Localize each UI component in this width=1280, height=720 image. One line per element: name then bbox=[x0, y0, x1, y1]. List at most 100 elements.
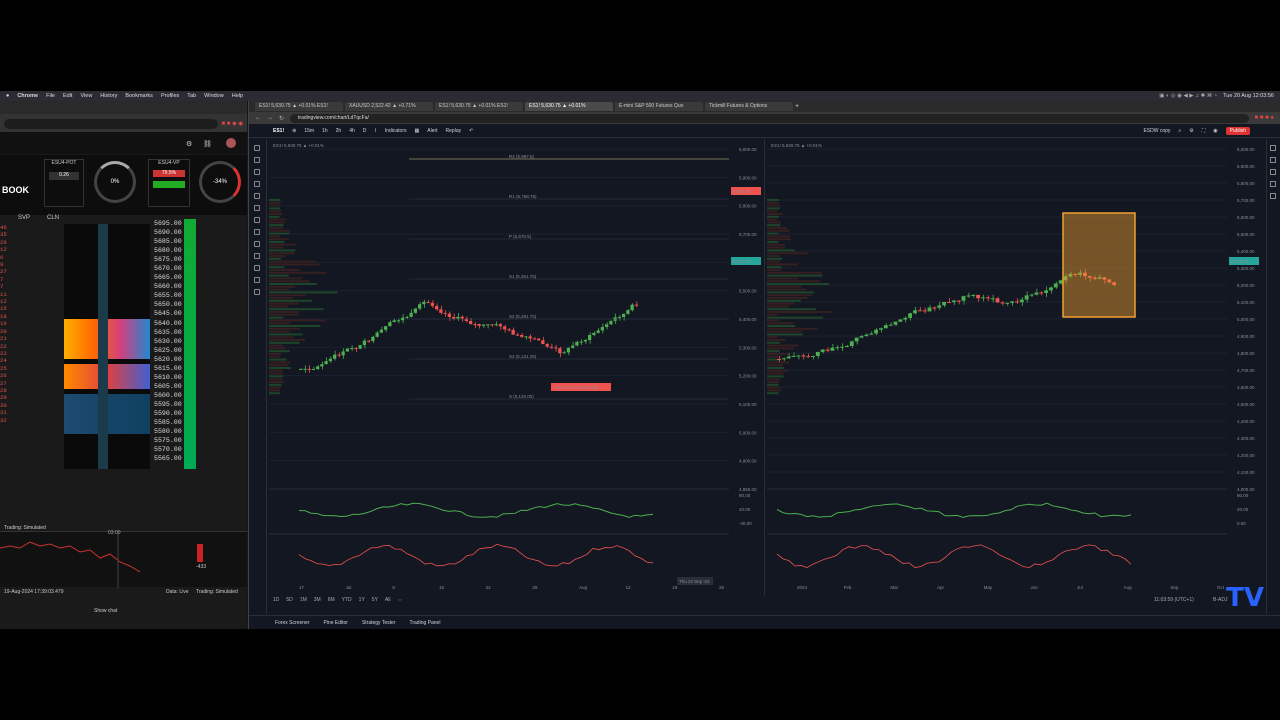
new-tab-icon[interactable]: + bbox=[795, 103, 799, 110]
show-chat-button[interactable]: Show chat bbox=[94, 608, 117, 614]
undo-icon[interactable]: ↶ bbox=[469, 128, 473, 134]
dom-price-cell[interactable]: 5600.00 bbox=[154, 391, 182, 400]
camera-icon[interactable]: ◉ bbox=[1213, 128, 1217, 134]
chart-type-icon[interactable]: ⌇ bbox=[374, 128, 376, 134]
layout-name[interactable]: ESDW copy bbox=[1143, 128, 1170, 134]
interval-2h[interactable]: 2h bbox=[336, 128, 342, 134]
tf-1d[interactable]: 1D bbox=[273, 597, 279, 603]
menu-history[interactable]: History bbox=[100, 93, 117, 99]
tab-strategy-tester[interactable]: Strategy Tester bbox=[362, 620, 396, 626]
dom-price-cell[interactable]: 5645.00 bbox=[154, 309, 182, 318]
dom-price-cell[interactable]: 5695.00 bbox=[154, 219, 182, 228]
left-chart-pane[interactable]: ES1! 5,630.75 ▲ +0.01% 6,000.00 5,900.00 5,… bbox=[269, 139, 765, 595]
dom-price-cell[interactable]: 5580.00 bbox=[154, 427, 182, 436]
right-chart-svg[interactable]: ES1! 5,630.75 ▲ +0.01% 6,000.00 5,900.00 5,… bbox=[767, 139, 1263, 595]
text-icon[interactable] bbox=[254, 205, 260, 211]
dom-price-cell[interactable]: 5585.00 bbox=[154, 418, 182, 427]
date-range-icon[interactable]: ⇔ bbox=[397, 597, 402, 603]
dom-price-cell[interactable]: 5620.00 bbox=[154, 355, 182, 364]
replay-button[interactable]: Replay bbox=[446, 128, 462, 134]
dom-price-cell[interactable]: 5675.00 bbox=[154, 255, 182, 264]
dom-price-cell[interactable]: 5680.00 bbox=[154, 246, 182, 255]
tf-1y[interactable]: 1Y bbox=[359, 597, 365, 603]
reload-icon[interactable]: ↻ bbox=[279, 115, 284, 122]
tf-5d[interactable]: 5D bbox=[286, 597, 292, 603]
forward-icon[interactable]: → bbox=[267, 115, 273, 121]
left-url-field[interactable] bbox=[4, 118, 218, 129]
add-symbol-icon[interactable]: ⊕ bbox=[292, 128, 296, 134]
dom-price-cell[interactable]: 5650.00 bbox=[154, 300, 182, 309]
gear-icon[interactable]: ⚙ bbox=[1189, 128, 1193, 134]
menu-file[interactable]: File bbox=[46, 93, 55, 99]
cursor-icon[interactable] bbox=[254, 145, 260, 151]
dom-price-cell[interactable]: 5690.00 bbox=[154, 228, 182, 237]
menu-profiles[interactable]: Profiles bbox=[161, 93, 179, 99]
menu-window[interactable]: Window bbox=[204, 93, 224, 99]
menu-view[interactable]: View bbox=[80, 93, 92, 99]
ruler-icon[interactable] bbox=[254, 229, 260, 235]
apple-icon[interactable]: ● bbox=[6, 93, 9, 99]
alert-button[interactable]: Alert bbox=[427, 128, 437, 134]
tf-ytd[interactable]: YTD bbox=[342, 597, 352, 603]
menu-bookmarks[interactable]: Bookmarks bbox=[125, 93, 153, 99]
templates-icon[interactable]: ▦ bbox=[415, 128, 420, 134]
menubar-app[interactable]: Chrome bbox=[17, 93, 38, 99]
menu-edit[interactable]: Edit bbox=[63, 93, 72, 99]
link-icon[interactable]: ⛓ bbox=[203, 140, 212, 148]
dom-price-cell[interactable]: 5595.00 bbox=[154, 400, 182, 409]
fib-icon[interactable] bbox=[254, 169, 260, 175]
back-icon[interactable]: ← bbox=[255, 115, 261, 121]
tab-1[interactable]: ES1! 5,630.75 ▲ +0.01% ES1! bbox=[255, 102, 343, 111]
menu-help[interactable]: Help bbox=[232, 93, 243, 99]
tf-1m[interactable]: 1M bbox=[300, 597, 307, 603]
menu-tab[interactable]: Tab bbox=[187, 93, 196, 99]
dom-price-cell[interactable]: 5570.00 bbox=[154, 445, 182, 454]
tv-clock[interactable]: 11:03:59 (UTC+1) bbox=[1154, 597, 1194, 603]
url-field[interactable]: tradingview.com/chart/LdTqcFa/ bbox=[290, 113, 1249, 123]
interval-1h[interactable]: 1h bbox=[322, 128, 328, 134]
dom-price-cell[interactable]: 5610.00 bbox=[154, 373, 182, 382]
tf-5y[interactable]: 5Y bbox=[372, 597, 378, 603]
tab-2[interactable]: XAUUSD 2,522.42 ▲ +0.71% bbox=[345, 102, 433, 111]
tab-4[interactable]: ES1! 5,630.75 ▲ +0.01% bbox=[525, 102, 613, 111]
dom-price-cell[interactable]: 5685.00 bbox=[154, 237, 182, 246]
dom-price-cell[interactable]: 5655.00 bbox=[154, 291, 182, 300]
left-chart-svg[interactable]: ES1! 5,630.75 ▲ +0.01% 6,000.00 5,900.00 5,… bbox=[269, 139, 765, 595]
settings-icon[interactable]: ⚙ bbox=[186, 140, 192, 148]
tab-forex-screener[interactable]: Forex Screener bbox=[275, 620, 309, 626]
symbol-search[interactable]: ES1! bbox=[273, 128, 284, 134]
zoom-icon[interactable] bbox=[254, 241, 260, 247]
lock-icon[interactable] bbox=[254, 265, 260, 271]
chat-icon[interactable] bbox=[1270, 193, 1276, 199]
tab-5[interactable]: E-mini S&P 500 Futures Quo bbox=[615, 102, 703, 111]
dom-price-cell[interactable]: 5630.00 bbox=[154, 337, 182, 346]
dom-price-cell[interactable]: 5660.00 bbox=[154, 282, 182, 291]
emoji-icon[interactable] bbox=[254, 217, 260, 223]
right-chart-pane[interactable]: ES1! 5,630.75 ▲ +0.01% 6,000.00 5,900.00 5,… bbox=[767, 139, 1263, 595]
extensions-icon[interactable]: ■ ■ ■ ● bbox=[1255, 115, 1275, 121]
pattern-icon[interactable] bbox=[254, 181, 260, 187]
search-icon[interactable]: ⌕ bbox=[1178, 128, 1181, 134]
dom-price-cell[interactable]: 5590.00 bbox=[154, 409, 182, 418]
dom-price-cell[interactable]: 5565.00 bbox=[154, 454, 182, 463]
magnet-icon[interactable] bbox=[254, 253, 260, 259]
watchlist-icon[interactable] bbox=[1270, 145, 1276, 151]
alerts-icon[interactable] bbox=[1270, 157, 1276, 163]
tf-all[interactable]: All bbox=[385, 597, 391, 603]
brush-icon[interactable] bbox=[254, 193, 260, 199]
news-icon[interactable] bbox=[1270, 169, 1276, 175]
interval-4h[interactable]: 4h bbox=[349, 128, 355, 134]
calendar-icon[interactable] bbox=[1270, 181, 1276, 187]
publish-button[interactable]: Publish bbox=[1225, 126, 1250, 135]
indicators-button[interactable]: Indicators bbox=[385, 128, 407, 134]
tab-6[interactable]: Tickmill Futures & Options bbox=[705, 102, 793, 111]
tf-6m[interactable]: 6M bbox=[328, 597, 335, 603]
dom-price-cell[interactable]: 5625.00 bbox=[154, 346, 182, 355]
avatar[interactable] bbox=[226, 138, 236, 148]
trash-icon[interactable] bbox=[254, 289, 260, 295]
dom-price-cell[interactable]: 5575.00 bbox=[154, 436, 182, 445]
tf-3m[interactable]: 3M bbox=[314, 597, 321, 603]
interval-d[interactable]: D bbox=[363, 128, 367, 134]
dom-price-cell[interactable]: 5640.00 bbox=[154, 319, 182, 328]
tab-3[interactable]: ES1! 5,630.75 ▲ +0.01% ES1! bbox=[435, 102, 523, 111]
